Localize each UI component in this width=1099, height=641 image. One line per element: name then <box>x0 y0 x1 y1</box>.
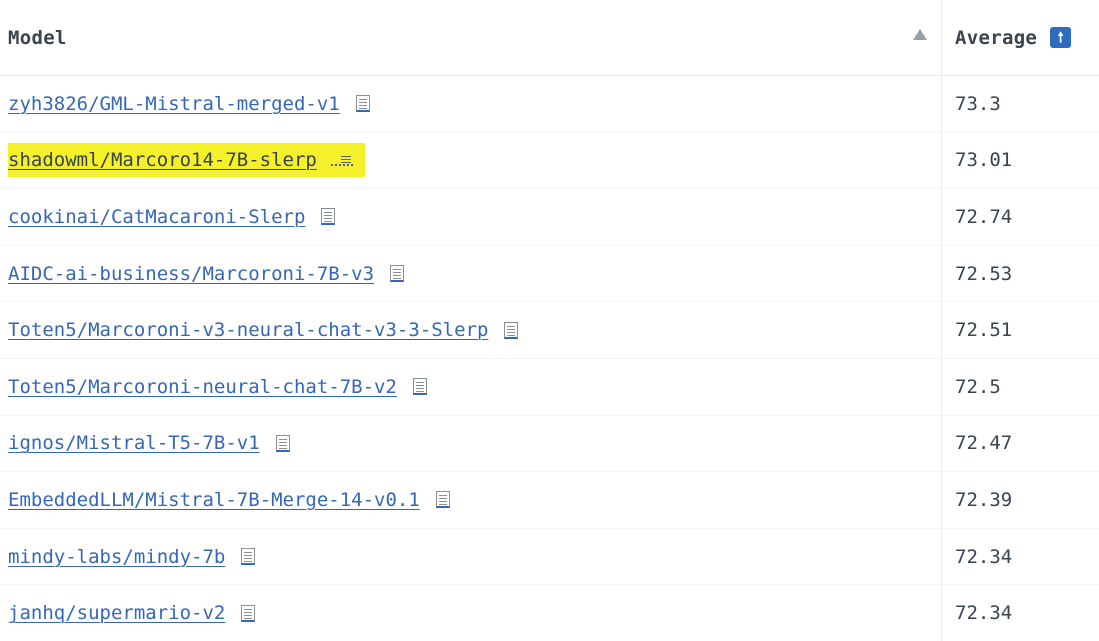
model-cell: EmbeddedLLM/Mistral-7B-Merge-14-v0.1 <box>0 472 941 528</box>
model-link[interactable]: ignos/Mistral-T5-7B-v1 <box>8 432 260 454</box>
document-icon[interactable] <box>355 95 370 113</box>
table-row: Toten5/Marcoroni-v3-neural-chat-v3-3-Sle… <box>0 302 1099 359</box>
model-cell: zyh3826/GML-Mistral-merged-v1 <box>0 76 941 132</box>
average-cell: 72.74 <box>941 189 1099 245</box>
document-icon[interactable] <box>390 265 405 283</box>
model-entry: janhq/supermario-v2 <box>8 596 259 630</box>
table-row-highlighted: shadowml/Marcoro14-7B-slerp 73.01 <box>0 132 1099 190</box>
average-value: 73.01 <box>955 149 1013 172</box>
table-row: AIDC-ai-business/Marcoroni-7B-v3 72.53 <box>0 245 1099 303</box>
model-link[interactable]: shadowml/Marcoro14-7B-slerp <box>8 149 317 171</box>
average-column-header[interactable]: Average 🠕 <box>941 0 1099 75</box>
model-link[interactable]: EmbeddedLLM/Mistral-7B-Merge-14-v0.1 <box>8 489 420 511</box>
table-row: Toten5/Marcoroni-neural-chat-7B-v2 72.5 <box>0 358 1099 416</box>
model-cell: cookinai/CatMacaroni-Slerp <box>0 189 941 245</box>
table-row: cookinai/CatMacaroni-Slerp 72.74 <box>0 189 1099 246</box>
model-link[interactable]: mindy-labs/mindy-7b <box>8 546 225 568</box>
average-value: 72.47 <box>955 432 1013 455</box>
sort-button-icon[interactable]: 🠕 <box>1050 27 1072 48</box>
document-icon[interactable] <box>241 548 256 566</box>
table-row: janhq/supermario-v2 72.34 <box>0 585 1099 641</box>
model-cell: janhq/supermario-v2 <box>0 585 941 641</box>
table-body: zyh3826/GML-Mistral-merged-v1 73.3 shado… <box>0 76 1099 641</box>
model-entry: ignos/Mistral-T5-7B-v1 <box>8 426 294 460</box>
average-cell: 72.51 <box>941 302 1099 358</box>
average-value: 72.39 <box>955 488 1013 511</box>
average-cell: 72.34 <box>941 585 1099 641</box>
average-cell: 72.5 <box>941 358 1099 415</box>
average-value: 72.74 <box>955 205 1013 228</box>
average-value: 72.51 <box>955 319 1013 342</box>
document-icon[interactable] <box>504 321 519 339</box>
document-icon[interactable] <box>275 434 290 452</box>
average-cell: 73.3 <box>941 76 1099 132</box>
model-cell: Toten5/Marcoroni-v3-neural-chat-v3-3-Sle… <box>0 302 941 358</box>
model-cell: Toten5/Marcoroni-neural-chat-7B-v2 <box>0 359 941 415</box>
table-row: EmbeddedLLM/Mistral-7B-Merge-14-v0.1 72.… <box>0 472 1099 529</box>
model-link[interactable]: cookinai/CatMacaroni-Slerp <box>8 206 305 228</box>
document-icon[interactable] <box>321 208 336 226</box>
model-entry: cookinai/CatMacaroni-Slerp <box>8 200 339 234</box>
average-cell: 72.53 <box>941 245 1099 302</box>
average-value: 72.5 <box>955 375 1001 398</box>
model-entry: zyh3826/GML-Mistral-merged-v1 <box>8 87 374 121</box>
document-icon[interactable] <box>330 154 353 167</box>
average-cell: 72.39 <box>941 472 1099 528</box>
table-row: ignos/Mistral-T5-7B-v1 72.47 <box>0 415 1099 473</box>
model-header-label: Model <box>8 26 67 49</box>
model-link[interactable]: Toten5/Marcoroni-v3-neural-chat-v3-3-Sle… <box>8 319 488 341</box>
average-cell: 73.01 <box>941 132 1099 189</box>
average-header-label: Average <box>955 26 1038 49</box>
average-value: 72.34 <box>955 602 1013 625</box>
leaderboard-table: Model Average 🠕 zyh3826/GML-Mistral-merg… <box>0 0 1099 641</box>
document-icon[interactable] <box>435 491 450 509</box>
model-cell: shadowml/Marcoro14-7B-slerp <box>0 133 941 189</box>
model-cell: ignos/Mistral-T5-7B-v1 <box>0 416 941 472</box>
model-entry: EmbeddedLLM/Mistral-7B-Merge-14-v0.1 <box>8 483 454 517</box>
document-icon[interactable] <box>412 378 427 396</box>
model-entry-highlight: shadowml/Marcoro14-7B-slerp <box>8 143 365 178</box>
model-link[interactable]: Toten5/Marcoroni-neural-chat-7B-v2 <box>8 376 397 398</box>
model-cell: mindy-labs/mindy-7b <box>0 529 941 585</box>
document-icon[interactable] <box>241 604 256 622</box>
average-cell: 72.34 <box>941 528 1099 585</box>
average-value: 73.3 <box>955 92 1001 115</box>
model-link[interactable]: AIDC-ai-business/Marcoroni-7B-v3 <box>8 263 374 285</box>
model-entry: mindy-labs/mindy-7b <box>8 540 259 574</box>
model-link[interactable]: zyh3826/GML-Mistral-merged-v1 <box>8 93 340 115</box>
model-cell: AIDC-ai-business/Marcoroni-7B-v3 <box>0 246 941 302</box>
model-entry: AIDC-ai-business/Marcoroni-7B-v3 <box>8 257 408 291</box>
model-link[interactable]: janhq/supermario-v2 <box>8 602 225 624</box>
table-row: mindy-labs/mindy-7b 72.34 <box>0 528 1099 586</box>
table-header: Model Average 🠕 <box>0 0 1099 76</box>
average-value: 72.34 <box>955 545 1013 568</box>
model-entry: Toten5/Marcoroni-v3-neural-chat-v3-3-Sle… <box>8 313 522 347</box>
table-row: zyh3826/GML-Mistral-merged-v1 73.3 <box>0 76 1099 133</box>
sort-ascending-icon[interactable] <box>913 29 927 40</box>
model-entry: Toten5/Marcoroni-neural-chat-7B-v2 <box>8 370 431 404</box>
average-cell: 72.47 <box>941 415 1099 472</box>
model-column-header[interactable]: Model <box>0 0 941 75</box>
average-value: 72.53 <box>955 262 1013 285</box>
